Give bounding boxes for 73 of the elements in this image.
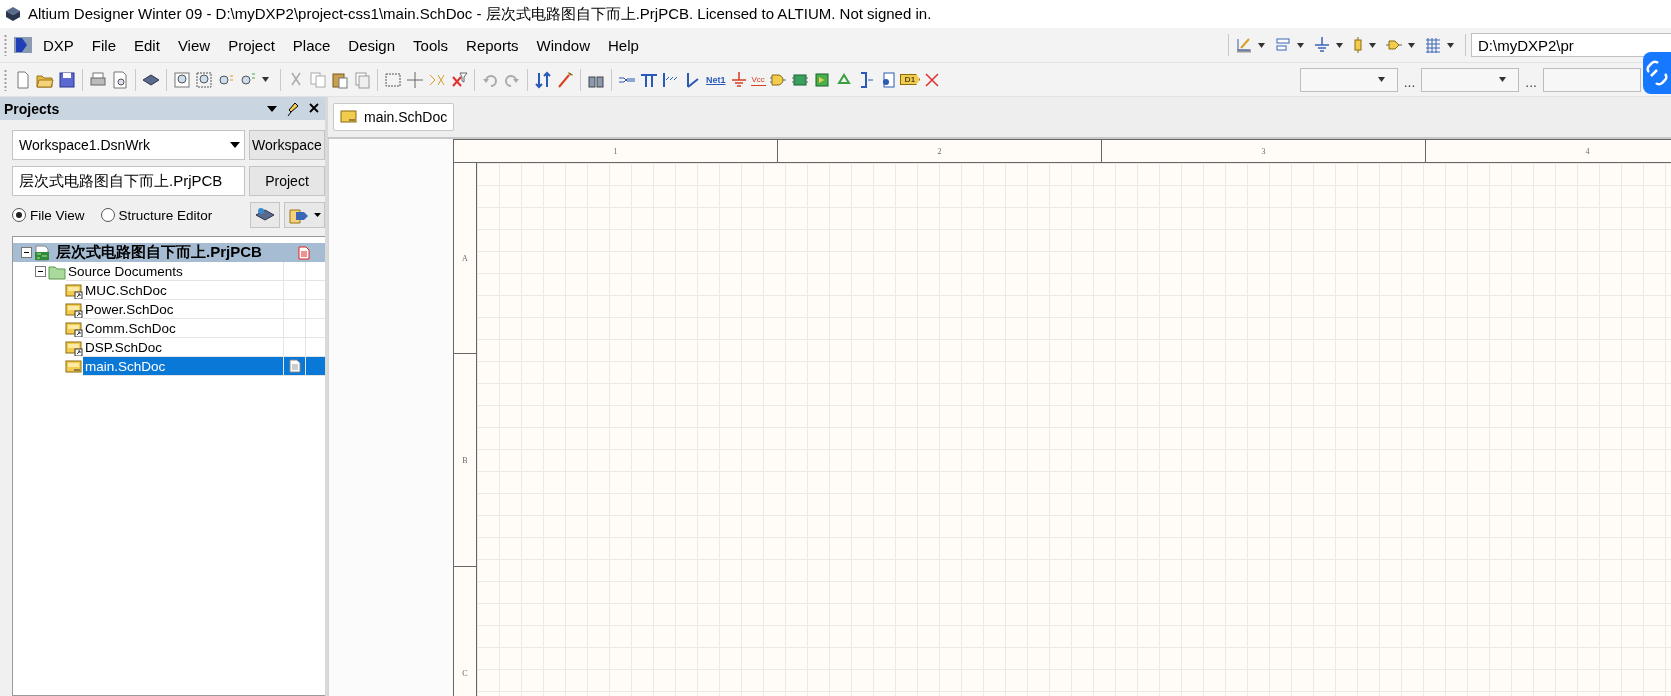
project-options-button[interactable] — [284, 202, 325, 228]
caret-icon[interactable] — [1297, 42, 1304, 48]
caret-icon — [230, 142, 240, 148]
tree-cell — [305, 300, 325, 319]
caret-icon[interactable] — [1336, 42, 1343, 48]
menu-item[interactable]: Project — [220, 33, 283, 57]
zone-label: 2 — [937, 146, 942, 156]
tree-cell — [283, 262, 305, 281]
link-icon[interactable] — [1643, 52, 1671, 94]
menu-item[interactable]: Tools — [405, 33, 457, 57]
zone-label: 1 — [613, 146, 618, 156]
zone-label: A — [462, 253, 468, 263]
zone-label: B — [462, 455, 468, 465]
menu-item[interactable]: Reports — [458, 33, 527, 57]
tree-item[interactable]: main.SchDoc — [83, 357, 283, 376]
menu-item[interactable]: File — [83, 33, 124, 57]
caret-icon[interactable] — [1258, 42, 1265, 48]
caret-icon — [314, 213, 321, 217]
caret-icon[interactable] — [262, 77, 269, 82]
schematic-document-icon — [340, 109, 358, 125]
compile-button[interactable] — [250, 202, 280, 228]
tree-item[interactable]: 层次式电路图自下而上.PrjPCB — [54, 243, 283, 262]
menu-item[interactable]: Design — [340, 33, 404, 57]
menu-item[interactable]: Help — [599, 33, 647, 57]
power-port-tool[interactable]: Vcc — [750, 73, 766, 86]
menu-item[interactable]: Place — [284, 33, 339, 57]
caret-icon[interactable] — [1377, 77, 1385, 82]
print-preview-icon[interactable] — [110, 69, 130, 90]
zone-label: C — [462, 668, 468, 678]
collapse-icon[interactable] — [35, 266, 46, 277]
ellipsis-text: ... — [1525, 73, 1537, 90]
tree-cell — [305, 281, 325, 300]
menu-item[interactable]: Window — [528, 33, 598, 57]
panel-title: Projects — [4, 100, 61, 117]
document-tab[interactable]: main.SchDoc — [333, 103, 455, 131]
project-button[interactable]: Project — [249, 166, 325, 196]
probe-icon[interactable] — [555, 69, 575, 90]
up-down-arrows-icon[interactable] — [533, 69, 553, 90]
view-radio[interactable]: Structure Editor — [100, 207, 213, 223]
workspace-button[interactable]: Workspace — [249, 130, 325, 160]
caret-icon[interactable] — [1447, 42, 1454, 48]
document-icon — [288, 359, 301, 373]
net-label-tool[interactable]: Net1 — [705, 73, 727, 86]
app-icon — [4, 5, 22, 23]
tree-item[interactable]: Comm.SchDoc — [83, 319, 283, 338]
save-icon[interactable] — [57, 69, 77, 90]
port-tool[interactable]: D1 — [899, 74, 921, 85]
caret-icon[interactable] — [1408, 42, 1415, 48]
tree-cell — [305, 262, 325, 281]
zone-label: 4 — [1585, 146, 1590, 156]
menu-item[interactable]: DXP — [35, 33, 82, 57]
dxp-logo-icon — [13, 36, 33, 54]
tree-item[interactable]: MUC.SchDoc — [83, 281, 283, 300]
active-project-row[interactable]: 层次式电路图自下而上.PrjPCB — [13, 243, 325, 262]
ellipsis-text: ... — [1403, 73, 1416, 90]
zoom-area-icon[interactable] — [194, 69, 214, 90]
menu-item[interactable]: Edit — [126, 33, 168, 57]
caret-icon[interactable] — [1499, 77, 1507, 82]
tree-cell — [305, 319, 325, 338]
duplicate-icon[interactable] — [352, 69, 372, 90]
path-field[interactable]: D:\myDXP2\pr — [1471, 33, 1671, 57]
caret-icon[interactable] — [1369, 42, 1376, 48]
zoom-fit-icon[interactable] — [172, 69, 192, 90]
collapse-icon[interactable] — [21, 247, 32, 258]
workspace-combo[interactable]: Workspace1.DsnWrk — [12, 130, 245, 160]
menu-item[interactable]: View — [169, 33, 219, 57]
window-title: Altium Designer Winter 09 - D:\myDXP2\project-css1\main.SchDoc - 层次式电路图自下而上.PrjPCB. Licensed to ALTIUM. Not signed in. — [28, 4, 932, 24]
project-field[interactable]: 层次式电路图自下而上.PrjPCB — [12, 166, 245, 196]
view-radio[interactable]: File View — [12, 207, 85, 223]
tree-item[interactable]: Source Documents — [66, 262, 283, 281]
zone-label: 3 — [1261, 146, 1266, 156]
tree-item[interactable]: Power.SchDoc — [83, 300, 283, 319]
document-icon — [298, 245, 310, 260]
